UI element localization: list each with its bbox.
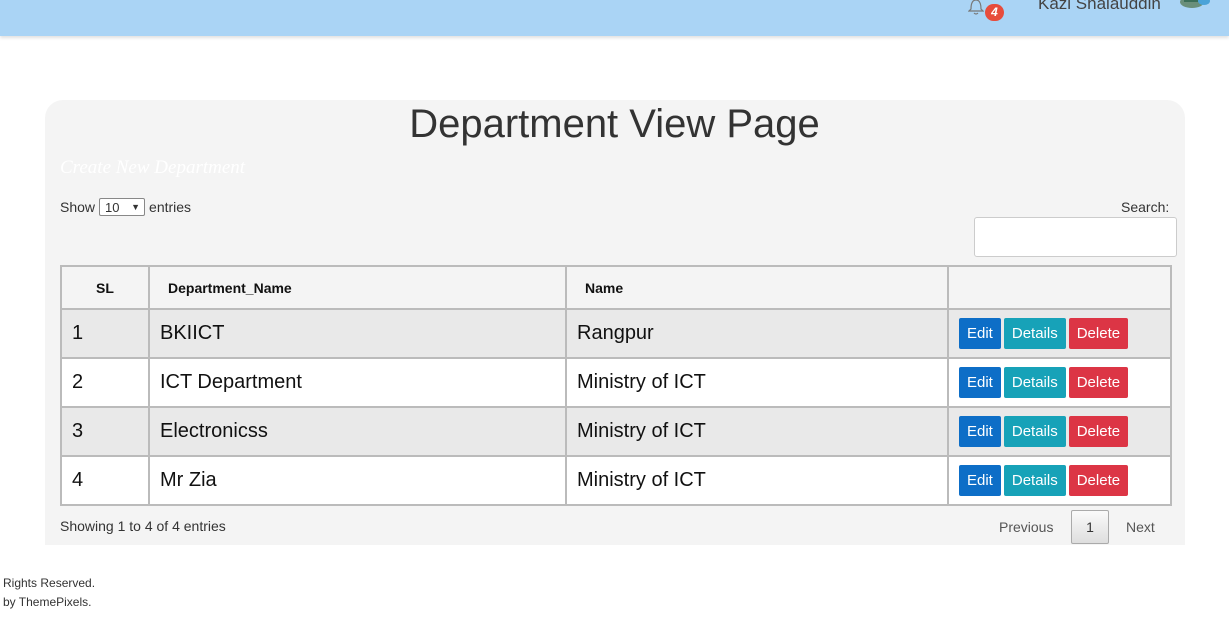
- cell-name: Ministry of ICT: [565, 406, 949, 457]
- cell-department-name: BKIICT: [148, 308, 567, 359]
- cell-actions: Edit Details Delete: [947, 406, 1172, 457]
- cell-actions: Edit Details Delete: [947, 455, 1172, 506]
- delete-button[interactable]: Delete: [1068, 465, 1129, 496]
- cell-actions: Edit Details Delete: [947, 357, 1172, 408]
- cell-name: Ministry of ICT: [565, 455, 949, 506]
- cell-name: Rangpur: [565, 308, 949, 359]
- column-header-sl[interactable]: SL: [60, 265, 150, 310]
- cell-sl: 1: [60, 308, 150, 359]
- search-label: Search:: [1121, 199, 1170, 215]
- entries-select[interactable]: 10 ▼: [99, 198, 146, 216]
- edit-button[interactable]: Edit: [959, 465, 1001, 496]
- user-avatar[interactable]: [1178, 0, 1212, 10]
- page-title: Department View Page: [409, 102, 820, 146]
- entries-length-control: Show 10 ▼ entries: [60, 198, 191, 216]
- entries-label: entries: [149, 199, 192, 215]
- edit-button[interactable]: Edit: [959, 367, 1001, 398]
- user-name[interactable]: Kazi Shalauddin: [1038, 0, 1161, 14]
- table-info: Showing 1 to 4 of 4 entries: [60, 518, 226, 534]
- column-header-actions: [947, 265, 1172, 310]
- cell-department-name: Electronicss: [148, 406, 567, 457]
- column-header-name[interactable]: Name: [565, 265, 949, 310]
- caret-down-icon: ▼: [131, 202, 141, 212]
- cell-sl: 2: [60, 357, 150, 408]
- delete-button[interactable]: Delete: [1068, 367, 1129, 398]
- details-button[interactable]: Details: [1003, 367, 1066, 398]
- create-department-link[interactable]: Create New Department: [60, 157, 245, 179]
- bell-icon[interactable]: [968, 0, 984, 16]
- entries-select-value: 10: [105, 199, 120, 215]
- delete-button[interactable]: Delete: [1068, 416, 1129, 447]
- details-button[interactable]: Details: [1003, 465, 1066, 496]
- table-row: 2 ICT Department Ministry of ICT Edit Det…: [60, 357, 1172, 408]
- edit-button[interactable]: Edit: [959, 318, 1001, 349]
- edit-button[interactable]: Edit: [959, 416, 1001, 447]
- show-label: Show: [60, 199, 96, 215]
- cell-department-name: Mr Zia: [148, 455, 567, 506]
- pagination-next[interactable]: Next: [1126, 519, 1155, 535]
- table-row: 4 Mr Zia Ministry of ICT Edit Details Dele…: [60, 455, 1172, 506]
- pagination-previous[interactable]: Previous: [999, 519, 1053, 535]
- details-button[interactable]: Details: [1003, 318, 1066, 349]
- column-header-department-name[interactable]: Department_Name: [148, 265, 567, 310]
- delete-button[interactable]: Delete: [1068, 318, 1129, 349]
- cell-department-name: ICT Department: [148, 357, 567, 408]
- cell-actions: Edit Details Delete: [947, 308, 1172, 359]
- top-navbar: 4 Kazi Shalauddin: [0, 0, 1229, 36]
- cell-name: Ministry of ICT: [565, 357, 949, 408]
- cell-sl: 3: [60, 406, 150, 457]
- notification-badge: 4: [985, 4, 1004, 21]
- cell-sl: 4: [60, 455, 150, 506]
- footer-credit: by ThemePixels.: [3, 595, 92, 609]
- table-row: 1 BKIICT Rangpur Edit Details Delete: [60, 308, 1172, 359]
- department-table: SL Department_Name Name 1 BKIICT Rangpur…: [60, 265, 1172, 506]
- details-button[interactable]: Details: [1003, 416, 1066, 447]
- footer-rights: Rights Reserved.: [3, 576, 96, 590]
- table-header-row: SL Department_Name Name: [60, 265, 1172, 310]
- pagination-page-1[interactable]: 1: [1071, 510, 1109, 544]
- search-input[interactable]: [974, 217, 1177, 257]
- table-row: 3 Electronicss Ministry of ICT Edit Detai…: [60, 406, 1172, 457]
